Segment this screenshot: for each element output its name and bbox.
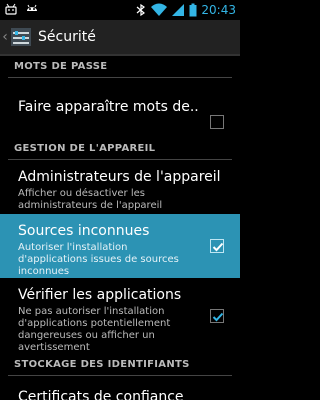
settings-app-icon[interactable] — [10, 26, 32, 48]
section-header-credentials: STOCKAGE DES IDENTIFIANTS — [8, 354, 232, 376]
android-debug-icon — [24, 2, 40, 16]
show-passwords-checkbox[interactable] — [210, 115, 224, 129]
page-title: Sécurité — [38, 29, 96, 45]
show-passwords-item[interactable]: Faire apparaître mots de.. — [0, 78, 240, 138]
section-header-passwords: MOTS DE PASSE — [8, 56, 232, 78]
device-admin-item[interactable]: Administrateurs de l'appareil Afficher o… — [0, 160, 240, 214]
section-header-device: GESTION DE L'APPAREIL — [8, 138, 232, 160]
show-passwords-title: Faire apparaître mots de.. — [18, 99, 199, 115]
bluetooth-icon — [135, 3, 147, 17]
usb-debug-icon — [4, 2, 18, 16]
battery-icon — [189, 3, 197, 17]
verify-apps-item[interactable]: Vérifier les applications Ne pas autoris… — [0, 278, 240, 354]
up-navigation-icon[interactable]: ‹ — [0, 19, 10, 55]
signal-icon — [171, 3, 185, 17]
unknown-sources-summary: Autoriser l'installation d'applications … — [18, 242, 179, 277]
unknown-sources-checkbox[interactable] — [210, 239, 224, 253]
wifi-icon — [151, 3, 168, 17]
trusted-certs-title: Certificats de confiance — [18, 389, 184, 400]
verify-apps-summary: Ne pas autoriser l'installation d'applic… — [18, 306, 171, 353]
clock: 20:43 — [201, 3, 236, 17]
verify-apps-checkbox[interactable] — [210, 309, 224, 323]
trusted-certs-item[interactable]: Certificats de confiance — [0, 376, 240, 400]
device-admin-title: Administrateurs de l'appareil — [18, 169, 221, 185]
action-bar: ‹ Sécurité — [0, 20, 240, 56]
settings-list[interactable]: MOTS DE PASSE Faire apparaître mots de..… — [0, 56, 240, 400]
unknown-sources-title: Sources inconnues — [18, 223, 150, 239]
status-bar: 20:43 — [0, 0, 240, 20]
verify-apps-title: Vérifier les applications — [18, 287, 182, 303]
unknown-sources-item[interactable]: Sources inconnues Autoriser l'installati… — [0, 214, 240, 278]
device-admin-summary: Afficher ou désactiver les administrateu… — [18, 188, 163, 211]
